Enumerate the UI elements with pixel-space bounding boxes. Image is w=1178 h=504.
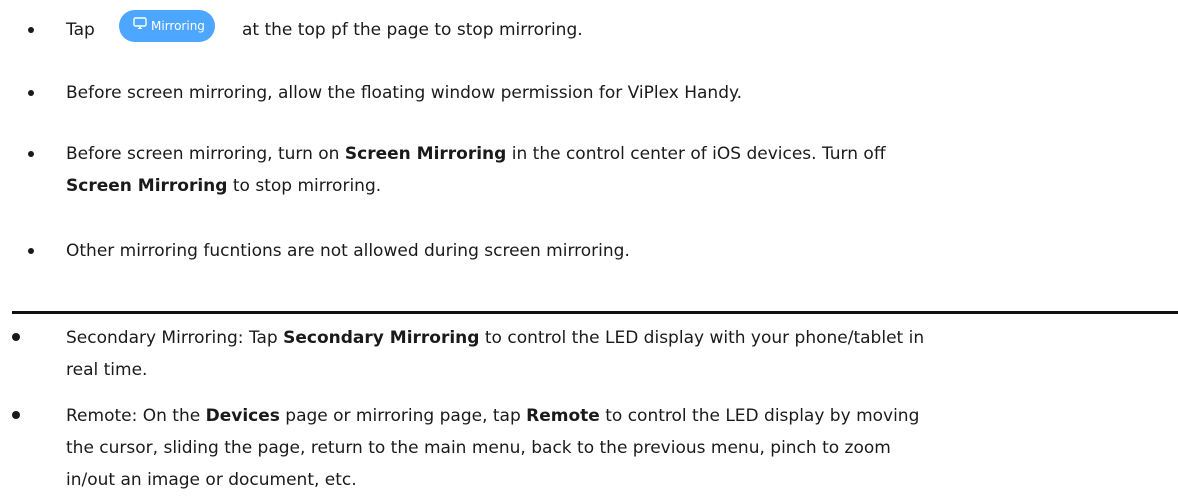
bullet [28, 90, 34, 96]
note-text-suffix: at the top pf the page to stop mirroring… [242, 20, 583, 40]
bullet [28, 151, 34, 157]
note-text-prefix: Tap [66, 20, 95, 40]
devices-term: Devices [205, 406, 280, 426]
list-text-line-2: real time. [66, 360, 148, 380]
divider [12, 311, 1178, 314]
note-item: Before screen mirroring, turn on Screen … [0, 143, 1178, 203]
screen-mirroring-term: Screen Mirroring [344, 144, 507, 164]
list-item: Secondary Mirroring: Tap Secondary Mirro… [0, 327, 1178, 387]
note-item: Other mirroring fucntions are not allowe… [0, 240, 1178, 262]
bullet [12, 333, 20, 341]
screen-mirror-icon [133, 10, 147, 42]
bullet [12, 411, 20, 419]
bullet [28, 27, 34, 33]
remote-term: Remote [526, 406, 600, 426]
note-text-line-1: Before screen mirroring, turn on Screen … [66, 144, 886, 164]
mirroring-button[interactable]: Mirroring [119, 10, 215, 42]
list-item: Remote: On the Devices page or mirroring… [0, 405, 1178, 497]
secondary-mirroring-term: Secondary Mirroring [283, 328, 480, 348]
note-text: Before screen mirroring, allow the float… [66, 83, 743, 103]
note-item: Tap Mirroring at the top pf the page to … [0, 8, 1178, 44]
list-text-line-2: the cursor, sliding the page, return to … [66, 438, 891, 458]
mirroring-button-label: Mirroring [151, 19, 205, 33]
screen-mirroring-term: Screen Mirroring [66, 176, 228, 196]
note-text: Other mirroring fucntions are not allowe… [66, 241, 630, 261]
bullet [28, 248, 34, 254]
list-text-line-1: Secondary Mirroring: Tap Secondary Mirro… [66, 328, 925, 348]
note-item: Before screen mirroring, allow the float… [0, 82, 1178, 104]
note-text-line-2: Screen Mirroring to stop mirroring. [66, 176, 382, 196]
list-text-line-1: Remote: On the Devices page or mirroring… [66, 406, 920, 426]
list-text-line-3: in/out an image or document, etc. [66, 470, 357, 490]
